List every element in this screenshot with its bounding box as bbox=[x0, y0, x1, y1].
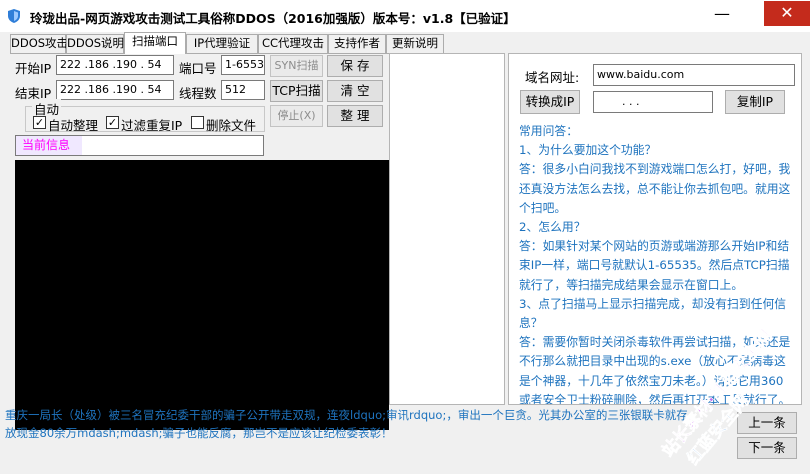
window-title: 玲珑出品-网页游戏攻击测试工具俗称DDOS（2016加强版）版本号：v1.8【已… bbox=[30, 11, 516, 26]
minimize-button[interactable]: — bbox=[710, 4, 734, 28]
faq-line: 个扫吧。 bbox=[519, 200, 567, 215]
threads-input[interactable]: 512 bbox=[221, 80, 265, 100]
ip-result-input[interactable]: . . . bbox=[593, 91, 713, 113]
start-ip-label: 开始IP bbox=[15, 61, 52, 76]
tidy-button[interactable]: 整 理 bbox=[327, 105, 383, 127]
threads-label: 线程数 bbox=[179, 86, 217, 101]
previous-news-button[interactable]: 上一条 bbox=[737, 412, 797, 434]
faq-line: 常用问答： bbox=[519, 124, 578, 138]
faq-line: 答：需要你暂时关闭杀毒软件再尝试扫描，如果还是 bbox=[519, 335, 791, 350]
tab-port-scan[interactable]: 扫描端口 bbox=[124, 32, 186, 54]
delete-file-label: 删除文件 bbox=[206, 118, 257, 133]
news-line: 重庆一局长（处级）被三名冒充纪委干部的骗子公开带走双规，连夜ldquo;审讯rd… bbox=[5, 408, 688, 422]
scan-results-panel[interactable] bbox=[15, 160, 389, 430]
faq-line: 束IP一样，端口号就默认1-65535。然后点TCP扫描 bbox=[519, 258, 790, 273]
port-input[interactable]: 1-65535 bbox=[221, 55, 265, 75]
save-button[interactable]: 保 存 bbox=[327, 55, 383, 77]
filter-duplicate-ip-label: 过滤重复IP bbox=[121, 118, 183, 133]
faq-line: 1、为什么要加这个功能？ bbox=[519, 143, 657, 158]
stop-button[interactable]: 停止(X) bbox=[270, 105, 323, 127]
start-ip-input[interactable]: 222 .186 .190 . 54 bbox=[56, 55, 174, 75]
faq-line: 不行那么就把目录中出现的s.exe（放心不是病毒这 bbox=[519, 354, 786, 369]
filter-duplicate-ip-checkbox[interactable]: ✓ bbox=[106, 116, 119, 129]
faq-line: 息？ bbox=[519, 316, 543, 331]
tab-ddos-help[interactable]: DDOS说明 bbox=[66, 34, 124, 53]
delete-file-checkbox[interactable] bbox=[191, 116, 204, 129]
auto-tidy-label: 自动整理 bbox=[48, 118, 99, 133]
tab-support-author[interactable]: 支持作者 bbox=[328, 34, 386, 53]
convert-to-ip-button[interactable]: 转换成IP bbox=[520, 90, 580, 114]
tab-panel-border bbox=[10, 53, 390, 54]
port-label: 端口号 bbox=[179, 61, 217, 76]
tab-ip-proxy-verify[interactable]: IP代理验证 bbox=[186, 34, 258, 53]
next-news-button[interactable]: 下一条 bbox=[737, 437, 797, 459]
faq-line: 答：如果针对某个网站的页游或端游那么开始IP和结 bbox=[519, 239, 790, 254]
tab-cc-proxy-attack[interactable]: CC代理攻击 bbox=[258, 34, 328, 53]
clear-button[interactable]: 清 空 bbox=[327, 80, 383, 102]
app-shield-icon bbox=[6, 8, 22, 24]
info-panel: 域名网址: www.baidu.com 转换成IP . . . 复制IP 常用问… bbox=[508, 53, 802, 405]
domain-label: 域名网址: bbox=[525, 70, 580, 85]
tab-ddos-attack[interactable]: DDOS攻击 bbox=[10, 34, 68, 53]
current-info-box: 当前信息 bbox=[15, 135, 264, 156]
faq-text: 常用问答： 1、为什么要加这个功能？ 答：很多小白问我找不到游戏端口怎么打，好吧… bbox=[519, 122, 795, 405]
faq-line: 是个神器，十几年了依然宝刀未老。）请把它用360 bbox=[519, 373, 784, 388]
news-ticker: 重庆一局长（处级）被三名冒充纪委干部的骗子公开带走双规，连夜ldquo;审讯rd… bbox=[5, 406, 730, 442]
faq-line: 或者安全卫士粉碎删除，然后再打开本工具就行了。 bbox=[519, 392, 791, 405]
domain-input[interactable]: www.baidu.com bbox=[593, 64, 795, 86]
end-ip-input[interactable]: 222 .186 .190 . 54 bbox=[56, 80, 174, 100]
tcp-scan-button[interactable]: TCP扫描 bbox=[270, 80, 323, 102]
results-list[interactable] bbox=[389, 53, 505, 405]
current-info-label: 当前信息 bbox=[16, 136, 82, 155]
faq-line: 答：很多小白问我找不到游戏端口怎么打，好吧，我 bbox=[519, 162, 791, 177]
syn-scan-button[interactable]: SYN扫描 bbox=[270, 55, 323, 77]
faq-line: 2、怎么用？ bbox=[519, 220, 586, 235]
tab-update-notes[interactable]: 更新说明 bbox=[386, 34, 444, 53]
faq-line: 还真没方法怎么去找，总不能让你去抓包吧。就用这 bbox=[519, 181, 791, 196]
faq-line: 就行了，等扫描完成结果会显示在窗口上。 bbox=[519, 277, 744, 292]
copy-ip-button[interactable]: 复制IP bbox=[725, 90, 785, 114]
close-button[interactable]: ✕ bbox=[764, 1, 810, 26]
faq-line: 3、点了扫描马上显示扫描完成，却没有扫到任何信 bbox=[519, 296, 787, 311]
news-line: 放现金80余万mdash;mdash;骗子也能反腐，那岂不是应该让纪检委表彰！ bbox=[5, 426, 393, 440]
auto-tidy-checkbox[interactable]: ✓ bbox=[33, 116, 46, 129]
